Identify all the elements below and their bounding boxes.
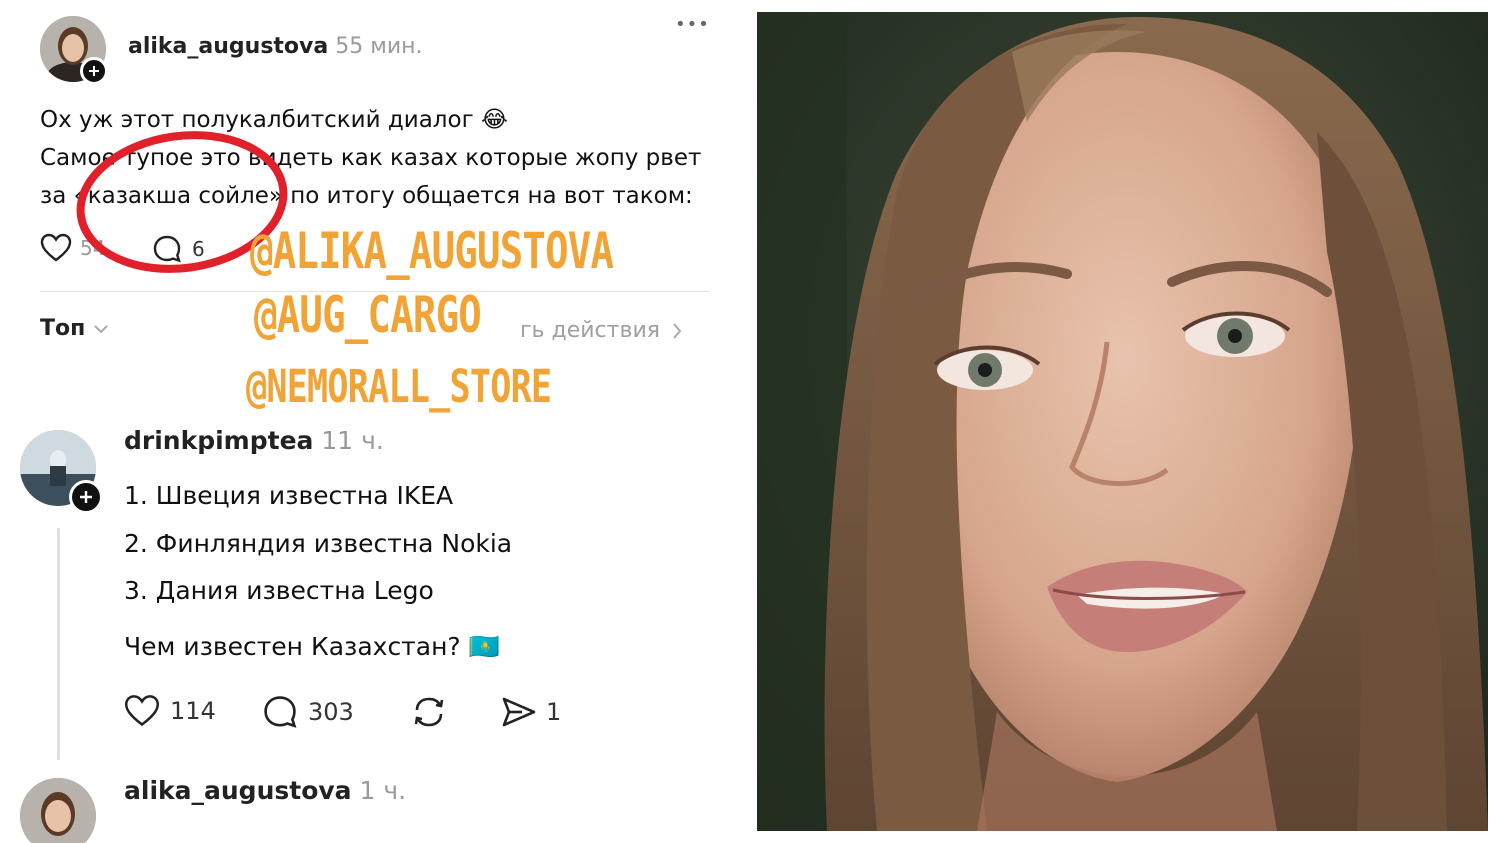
reply-line-3: 3. Дания известна Lego (124, 576, 434, 605)
watermark-nemorall: @NEMORALL_STORE (246, 360, 552, 413)
sort-dropdown[interactable]: Топ (40, 316, 109, 341)
repost-icon (414, 697, 444, 727)
share-icon (502, 697, 536, 727)
comment-icon (264, 696, 297, 728)
activity-link[interactable]: гь действия (520, 318, 682, 343)
watermark-alika: @ALIKA_AUGUSTOVA (250, 222, 614, 280)
reply2-author-avatar[interactable] (20, 778, 96, 843)
post-header: alika_augustova 55 мин. (128, 34, 423, 59)
reply-question: Чем известен Казахстан? 🇰🇿 (124, 632, 500, 661)
reply-share-button[interactable]: 1 (500, 694, 561, 730)
reply-comment-count: 303 (308, 698, 354, 726)
reply-line-1: 1. Швеция известна IKEA (124, 481, 454, 510)
reply2-header: alika_augustova 1 ч. (124, 776, 406, 805)
reply-share-count: 1 (546, 698, 562, 726)
reply-follow-plus-icon[interactable] (69, 480, 103, 514)
activity-link-label: гь действия (520, 318, 660, 343)
reply-thread-line (57, 528, 60, 760)
reply-line-2: 2. Финляндия известна Nokia (124, 528, 513, 558)
thread-screenshot: alika_augustova 55 мин. ••• Ох уж этот п… (0, 0, 740, 843)
reply-comment-button[interactable]: 303 (262, 694, 354, 730)
sort-label: Топ (40, 316, 86, 341)
reply-time: 11 ч. (321, 426, 384, 455)
reply2-time: 1 ч. (359, 776, 407, 805)
post-time: 55 мин. (335, 34, 423, 59)
chevron-down-icon (94, 324, 109, 333)
more-icon[interactable]: ••• (675, 14, 710, 35)
reply-username[interactable]: drinkpimptea (124, 426, 313, 455)
reply-header: drinkpimptea 11 ч. (124, 426, 384, 455)
chevron-right-icon (673, 322, 682, 339)
portrait-photo (757, 12, 1488, 831)
heart-icon (125, 695, 159, 727)
reply-repost-button[interactable] (410, 694, 448, 730)
watermark-aug-cargo: @AUG_CARGO (254, 286, 482, 344)
reply-like-count: 114 (170, 697, 216, 725)
follow-plus-icon[interactable] (80, 57, 108, 85)
reply-like-button[interactable]: 114 (124, 694, 216, 728)
post-username[interactable]: alika_augustova (128, 34, 328, 59)
reply-body: 1. Швеция известна IKEA 2. Финляндия изв… (124, 472, 512, 615)
reply2-username[interactable]: alika_augustova (124, 776, 352, 805)
